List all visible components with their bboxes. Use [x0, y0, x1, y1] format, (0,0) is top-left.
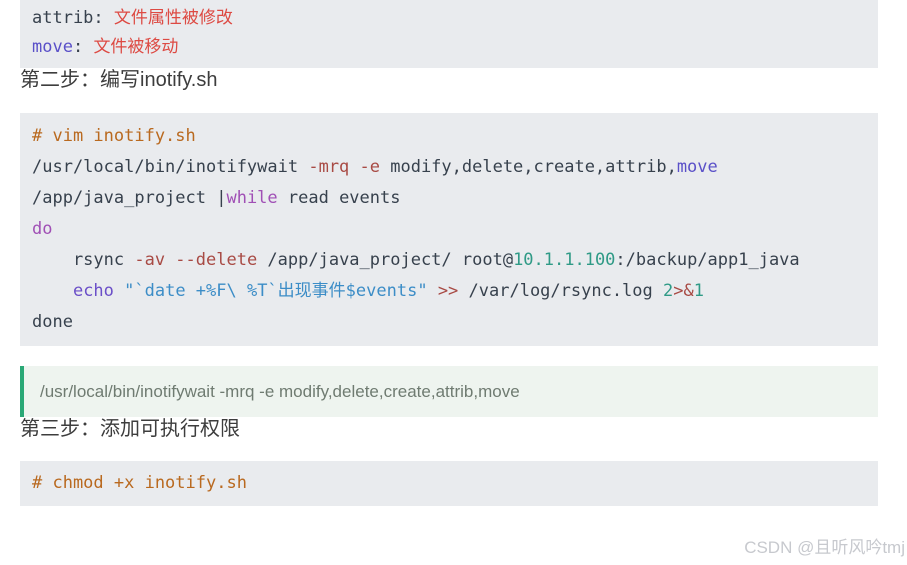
code-line: # chmod +x inotify.sh — [32, 472, 866, 495]
code-token: do — [32, 219, 53, 239]
code-token: move — [676, 157, 718, 177]
code-token: /var/log/rsync.log — [458, 281, 663, 301]
code-token: -mrq -e — [308, 157, 380, 177]
code-token: 1 — [693, 281, 704, 301]
code-token: done — [32, 312, 73, 332]
code-token: "`date +%F\ %T`出现事件$events" — [124, 281, 428, 301]
code-token: rsync — [32, 250, 135, 270]
code-token: /app/java_project | — [32, 188, 227, 208]
code-line: do — [32, 214, 866, 245]
csdn-watermark: CSDN @且听风吟tmj — [744, 538, 905, 557]
heading-step2: 第二步：编写inotify.sh — [20, 69, 218, 91]
code-line: /usr/local/bin/inotifywait -mrq -e modif… — [32, 152, 866, 183]
blog-content-page: { "colors": { "page_background": "#fffff… — [0, 0, 907, 565]
code-token: # chmod +x inotify.sh — [32, 473, 247, 493]
code-line: # vim inotify.sh — [32, 121, 866, 152]
quote-block: /usr/local/bin/inotifywait -mrq -e modif… — [20, 366, 878, 417]
code-line: /app/java_project |while read events — [32, 183, 866, 214]
heading-step3: 第三步：添加可执行权限 — [20, 418, 240, 440]
code-block-inotify-script: # vim inotify.sh/usr/local/bin/inotifywa… — [20, 113, 878, 346]
code-token: : — [72, 37, 94, 57]
code-line: done — [32, 307, 866, 338]
code-token: # vim inotify.sh — [32, 126, 196, 146]
code-line: echo "`date +%F\ %T`出现事件$events" >> /var… — [32, 276, 866, 307]
code-token: attrib: — [32, 8, 114, 28]
code-token: 文件属性被修改 — [113, 8, 233, 28]
code-token: read events — [277, 188, 401, 208]
code-token: move — [32, 37, 73, 57]
code-line: move: 文件被移动 — [32, 33, 866, 62]
code-token: echo — [72, 281, 114, 301]
code-token: /usr/local/bin/inotifywait — [32, 157, 309, 177]
code-token: >& — [673, 281, 694, 301]
code-token: 文件被移动 — [93, 37, 179, 57]
code-token: >> — [437, 281, 459, 301]
code-token: :/backup/app1_java — [615, 250, 800, 270]
article-content: attrib: 文件属性被修改 move: 文件被移动 第二步：编写inotify… — [20, 0, 878, 506]
code-block-chmod: # chmod +x inotify.sh — [20, 461, 878, 506]
code-token: -av --delete — [134, 250, 258, 270]
code-block-inotify-events: attrib: 文件属性被修改 move: 文件被移动 — [20, 0, 878, 68]
code-line: attrib: 文件属性被修改 — [32, 4, 866, 33]
code-token: while — [226, 188, 278, 208]
code-line: rsync -av --delete /app/java_project/ ro… — [32, 245, 866, 276]
quote-text: /usr/local/bin/inotifywait -mrq -e modif… — [40, 382, 520, 401]
code-token: /app/java_project/ root@ — [257, 250, 514, 270]
code-token: 10.1.1.100 — [513, 250, 616, 270]
code-token: modify,delete,create,attrib, — [380, 157, 677, 177]
code-token: 2 — [663, 281, 674, 301]
